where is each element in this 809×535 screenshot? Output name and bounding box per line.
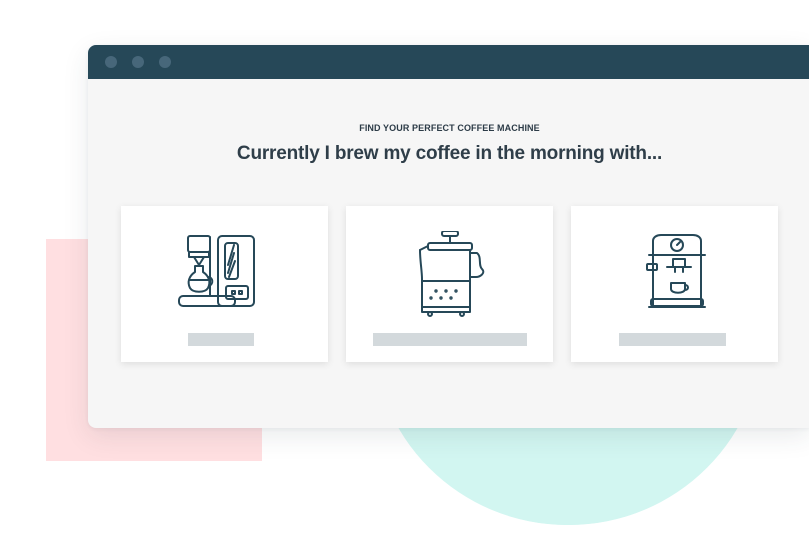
espresso-machine-icon xyxy=(646,234,706,308)
option-label-placeholder xyxy=(619,333,726,346)
quiz-eyebrow: FIND YOUR PERFECT COFFEE MACHINE xyxy=(359,123,540,133)
option-label-placeholder xyxy=(188,333,254,346)
option-label-placeholder xyxy=(373,333,527,346)
option-card-espresso-machine[interactable] xyxy=(571,206,778,362)
option-card-french-press[interactable] xyxy=(346,206,553,362)
window-titlebar xyxy=(88,45,809,79)
french-press-icon xyxy=(419,231,485,317)
window-close-button[interactable] xyxy=(105,56,117,68)
quiz-question: Currently I brew my coffee in the mornin… xyxy=(236,143,663,164)
window-minimize-button[interactable] xyxy=(132,56,144,68)
option-card-drip-coffee-maker[interactable] xyxy=(121,206,328,362)
window-maximize-button[interactable] xyxy=(159,56,171,68)
drip-coffee-maker-icon xyxy=(178,235,255,307)
browser-window: FIND YOUR PERFECT COFFEE MACHINE Current… xyxy=(88,45,809,428)
